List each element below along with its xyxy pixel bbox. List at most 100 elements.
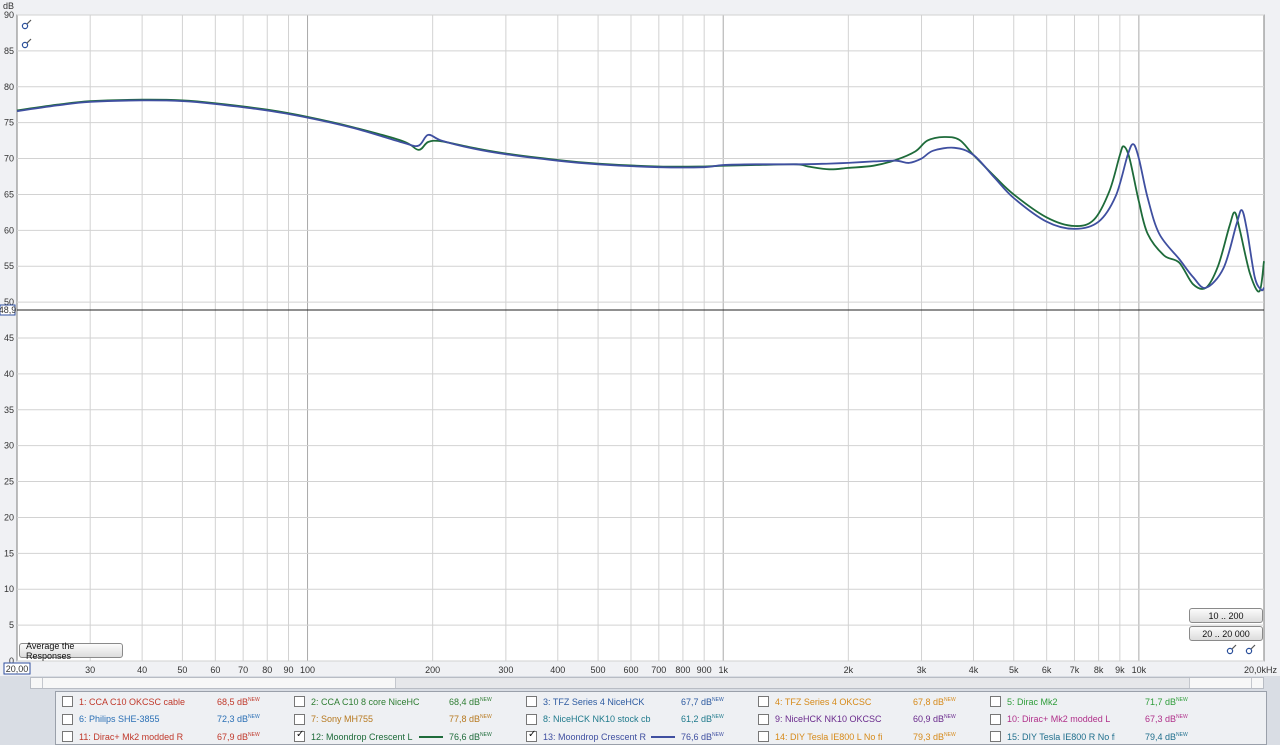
legend-checkbox[interactable] (758, 713, 769, 725)
legend-color-swatch (1115, 718, 1139, 720)
legend-name: 9: NiceHCK NK10 OKCSC (775, 714, 882, 724)
x-tick-label: 2k (844, 665, 854, 675)
legend-value: 60,9 dBNEW (913, 714, 956, 724)
graph-area: 0 5 10 15 20 25 30 35 40 45 50 55 60 65 70 75 80 85 90 dB 3… (0, 0, 1280, 676)
legend-item[interactable]: 7: Sony MH755 77,8 dBNEW (294, 711, 492, 728)
legend-checkbox[interactable] (62, 731, 73, 742)
legend-item[interactable]: 14: DIY Tesla IE800 L No filt 79,3 dBNEW (758, 728, 956, 745)
legend-checkbox[interactable] (294, 729, 305, 742)
frequency-response-chart[interactable]: 051015202530354045505560657075808590dB 3… (0, 0, 1280, 676)
average-responses-button[interactable]: Average the Responses (19, 641, 123, 661)
zoom-in-icon[interactable] (21, 18, 33, 30)
legend-new-tag: NEW (480, 696, 492, 703)
legend-value-text: 67,3 dB (1145, 714, 1177, 724)
x-tick-label: 3k (917, 665, 927, 675)
zoom-out-icon[interactable] (1245, 643, 1257, 655)
x-tick-label: 100 (300, 665, 315, 675)
legend-new-tag: NEW (1176, 731, 1188, 738)
legend-value-text: 79,3 dB (913, 731, 945, 742)
zoom-in-icon[interactable] (1226, 643, 1238, 655)
legend-checkbox[interactable] (294, 713, 305, 725)
legend-name: 2: CCA C10 8 core NiceHC (311, 696, 419, 707)
legend-name: 15: DIY Tesla IE800 R No filt (1007, 731, 1115, 742)
legend-name: 10: Dirac+ Mk2 modded L (1007, 714, 1111, 724)
zoom-out-icon[interactable] (21, 37, 33, 49)
legend-name: 3: TFZ Series 4 NiceHCK (543, 696, 645, 707)
scroll-right-arrow[interactable] (1251, 678, 1263, 688)
legend-new-tag: NEW (1176, 696, 1188, 703)
legend-value: 76,6 dBNEW (449, 732, 492, 742)
legend-item[interactable]: 3: TFZ Series 4 NiceHCK 67,7 dBNEW (526, 693, 724, 710)
legend-checkbox[interactable] (990, 696, 1001, 707)
x-tick-label: 7k (1070, 665, 1080, 675)
y-tick-label: 65 (4, 189, 14, 199)
horizontal-scrollbar[interactable] (30, 677, 1264, 689)
legend-item[interactable]: 9: NiceHCK NK10 OKCSC 60,9 dBNEW (758, 711, 956, 728)
x-tick-label: 90 (284, 665, 294, 675)
legend-item[interactable]: 13: Moondrop Crescent R 76,6 dBNEW (526, 728, 724, 745)
y-tick-label: 75 (4, 118, 14, 128)
legend-value: 67,3 dBNEW (1145, 714, 1188, 724)
legend-checkbox[interactable] (758, 731, 769, 742)
x-tick-label: 6k (1042, 665, 1052, 675)
legend-item[interactable]: 8: NiceHCK NK10 stock cb 61,2 dBNEW (526, 711, 724, 728)
y-tick-label: 70 (4, 154, 14, 164)
y-axis-unit-label: dB (3, 1, 14, 11)
legend-color-swatch (651, 735, 675, 738)
x-tick-label: 1k (718, 665, 728, 675)
y-tick-label: 5 (9, 620, 14, 630)
legend-item[interactable]: 4: TFZ Series 4 OKCSC 67,8 dBNEW (758, 693, 956, 710)
legend-name: 14: DIY Tesla IE800 L No filt (775, 731, 883, 742)
legend-checkbox[interactable] (62, 696, 73, 707)
legend-color-swatch (187, 736, 211, 738)
x-tick-label: 60 (210, 665, 220, 675)
cursor-value-label: 48,9 (0, 305, 16, 315)
legend-color-swatch (419, 718, 443, 720)
legend-checkbox[interactable] (990, 713, 1001, 725)
y-tick-label: 45 (4, 333, 14, 343)
legend-value: 79,3 dBNEW (913, 732, 956, 742)
legend-item[interactable]: 2: CCA C10 8 core NiceHC 68,4 dBNEW (294, 693, 492, 710)
legend-value: 68,5 dBNEW (217, 697, 260, 707)
legend-name: 12: Moondrop Crescent L (311, 731, 413, 742)
legend-item[interactable]: 1: CCA C10 OKCSC cable 68,5 dBNEW (62, 693, 260, 710)
x-tick-label: 600 (623, 665, 638, 675)
legend-item[interactable]: 12: Moondrop Crescent L 76,6 dBNEW (294, 728, 492, 745)
y-tick-label: 30 (4, 441, 14, 451)
y-tick-label: 60 (4, 225, 14, 235)
x-tick-label: 80 (262, 665, 272, 675)
legend-color-swatch (883, 701, 907, 703)
legend-checkbox[interactable] (526, 696, 537, 707)
legend-name: 6: Philips SHE-3855 (79, 714, 160, 724)
legend-value-text: 76,6 dB (681, 731, 713, 742)
range-10-200-button[interactable]: 10 .. 200 (1189, 608, 1263, 623)
legend-item[interactable]: 15: DIY Tesla IE800 R No filt 79,4 dBNEW (990, 728, 1188, 745)
legend-color-swatch (883, 736, 907, 738)
legend-checkbox[interactable] (758, 696, 769, 707)
scroll-left-arrow[interactable] (31, 678, 43, 688)
scroll-thumb[interactable] (395, 678, 1190, 688)
legend-new-tag: NEW (712, 696, 724, 703)
legend-item[interactable]: 5: Dirac Mk2 71,7 dBNEW (990, 693, 1188, 710)
x-end-label: 20,0kHz (1244, 665, 1278, 675)
x-tick-label: 900 (697, 665, 712, 675)
legend-value-text: 79,4 dB (1145, 731, 1177, 742)
legend-value-text: 67,8 dB (913, 696, 945, 707)
legend-name: 7: Sony MH755 (311, 714, 374, 724)
range-20-20000-button[interactable]: 20 .. 20 000 (1189, 626, 1263, 641)
legend-name: 5: Dirac Mk2 (1007, 696, 1058, 707)
y-tick-label: 55 (4, 261, 14, 271)
legend-item[interactable]: 10: Dirac+ Mk2 modded L 67,3 dBNEW (990, 711, 1188, 728)
legend-checkbox[interactable] (294, 696, 305, 707)
legend-item[interactable]: 11: Dirac+ Mk2 modded R 67,9 dBNEW (62, 728, 260, 745)
legend-checkbox[interactable] (62, 713, 73, 725)
legend-item[interactable]: 6: Philips SHE-3855 72,3 dBNEW (62, 711, 260, 728)
legend-checkbox[interactable] (526, 729, 537, 742)
legend-checkbox[interactable] (990, 731, 1001, 742)
x-tick-label: 8k (1094, 665, 1104, 675)
y-tick-label: 10 (4, 584, 14, 594)
y-tick-label: 85 (4, 46, 14, 56)
legend-new-tag: NEW (480, 731, 492, 738)
legend-new-tag: NEW (480, 714, 492, 720)
legend-checkbox[interactable] (526, 713, 537, 725)
